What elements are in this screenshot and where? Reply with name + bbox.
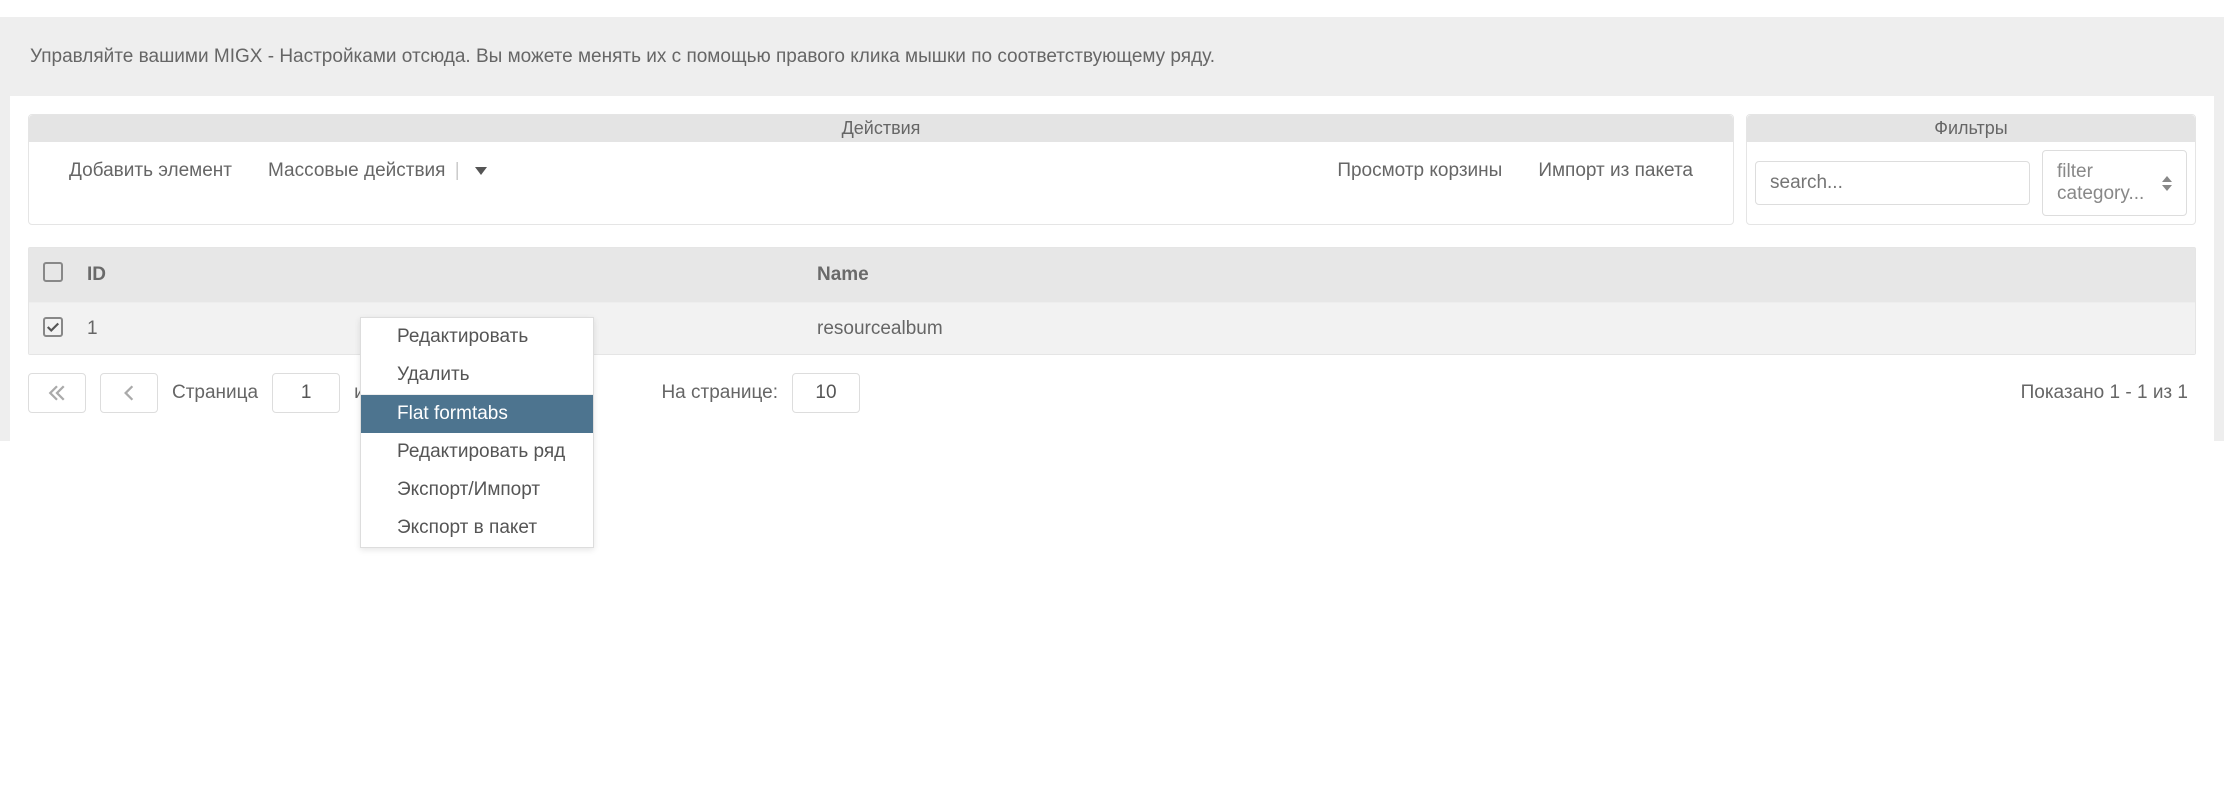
cell-name: resourcealbum bbox=[809, 304, 2195, 354]
row-check-cell bbox=[29, 303, 79, 354]
data-table: ID Name 1 resourcealbum bbox=[28, 247, 2196, 355]
pager: Страница из На странице: Показано 1 - 1 … bbox=[28, 355, 2196, 441]
per-page-input[interactable] bbox=[792, 373, 860, 413]
menu-item-export-import[interactable]: Экспорт/Импорт bbox=[361, 471, 593, 509]
chevron-left-icon bbox=[120, 384, 138, 402]
bulk-actions-label: Массовые действия bbox=[268, 160, 445, 181]
menu-item-edit-row[interactable]: Редактировать ряд bbox=[361, 433, 593, 471]
filter-category-select[interactable]: filter category... bbox=[2042, 150, 2187, 216]
select-all-cell bbox=[29, 248, 79, 302]
add-item-button[interactable]: Добавить элемент bbox=[51, 152, 250, 190]
table-header: ID Name bbox=[29, 248, 2195, 302]
actions-header: Действия bbox=[29, 115, 1733, 142]
stepper-icon bbox=[2162, 176, 2172, 191]
main-panel: Действия Добавить элемент Массовые дейст… bbox=[10, 96, 2214, 441]
select-all-checkbox[interactable] bbox=[43, 262, 63, 282]
column-header-name[interactable]: Name bbox=[809, 250, 2195, 300]
tab-strip bbox=[0, 0, 2224, 18]
table-row[interactable]: 1 resourcealbum bbox=[29, 302, 2195, 354]
page-input[interactable] bbox=[272, 373, 340, 413]
search-input[interactable] bbox=[1755, 161, 2030, 205]
check-icon bbox=[46, 320, 60, 334]
bulk-actions-button[interactable]: Массовые действия | bbox=[250, 152, 505, 190]
per-page-label: На странице: bbox=[661, 382, 778, 404]
chevron-down-icon bbox=[475, 167, 487, 175]
prev-page-button[interactable] bbox=[100, 373, 158, 413]
menu-item-delete[interactable]: Удалить bbox=[361, 356, 593, 394]
filters-body: filter category... bbox=[1747, 142, 2195, 224]
row-checkbox[interactable] bbox=[43, 317, 63, 337]
first-page-button[interactable] bbox=[28, 373, 86, 413]
description-text: Управляйте вашими MIGX - Настройками отс… bbox=[0, 18, 2224, 96]
import-package-button[interactable]: Импорт из пакета bbox=[1520, 152, 1711, 190]
filters-header: Фильтры bbox=[1747, 115, 2195, 142]
column-header-id[interactable]: ID bbox=[79, 250, 809, 300]
menu-item-edit[interactable]: Редактировать bbox=[361, 318, 593, 356]
page-label: Страница bbox=[172, 382, 258, 404]
page-outer: Управляйте вашими MIGX - Настройками отс… bbox=[0, 0, 2224, 441]
toolbar: Действия Добавить элемент Массовые дейст… bbox=[28, 114, 2196, 225]
actions-group: Действия Добавить элемент Массовые дейст… bbox=[28, 114, 1734, 225]
menu-item-export-package[interactable]: Экспорт в пакет bbox=[361, 509, 593, 547]
pager-status: Показано 1 - 1 из 1 bbox=[2021, 382, 2196, 404]
view-trash-button[interactable]: Просмотр корзины bbox=[1319, 152, 1520, 190]
filters-group: Фильтры filter category... bbox=[1746, 114, 2196, 225]
context-menu: Редактировать Удалить Flat formtabs Реда… bbox=[360, 317, 594, 548]
menu-item-flat-formtabs[interactable]: Flat formtabs bbox=[361, 395, 593, 433]
actions-body: Добавить элемент Массовые действия | Про… bbox=[29, 142, 1733, 200]
filter-category-label: filter category... bbox=[2057, 161, 2162, 205]
divider: | bbox=[451, 160, 464, 181]
double-chevron-left-icon bbox=[48, 384, 66, 402]
